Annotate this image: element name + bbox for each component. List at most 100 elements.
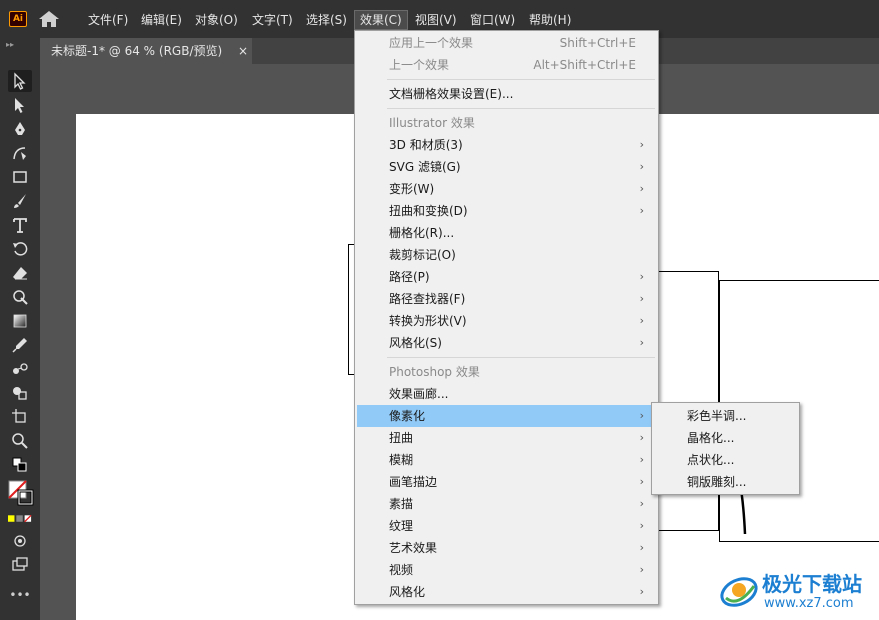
chevron-right-icon: › <box>639 336 644 349</box>
eraser-tool-icon[interactable] <box>8 262 32 284</box>
warp-tool-icon[interactable] <box>8 286 32 308</box>
menu-last-effect: 上一个效果 Alt+Shift+Ctrl+E <box>357 54 656 76</box>
chevron-right-icon: › <box>639 409 644 422</box>
chevron-right-icon: › <box>639 204 644 217</box>
gradient-tool-icon[interactable] <box>8 310 32 332</box>
menu-view[interactable]: 视图(V) <box>410 10 462 30</box>
menu-edit[interactable]: 编辑(E) <box>136 10 187 30</box>
menu-stylize-photoshop[interactable]: 风格化 › <box>357 581 656 603</box>
selection-tool-icon[interactable] <box>8 70 32 92</box>
menu-separator <box>387 79 655 80</box>
illustrator-logo: Ai <box>9 11 27 27</box>
watermark-text: 极光下载站 <box>762 572 862 596</box>
document-tab-title: 未标题-1* @ 64 % (RGB/预览) <box>51 44 223 58</box>
chevron-right-icon: › <box>639 431 644 444</box>
default-fill-stroke-icon[interactable] <box>8 456 32 474</box>
menu-item-label: 扭曲和变换(D) <box>389 204 468 218</box>
menu-effect-gallery[interactable]: 效果画廊... <box>357 383 656 405</box>
menu-header-photoshop: Photoshop 效果 <box>389 365 480 379</box>
chevron-right-icon: › <box>639 563 644 576</box>
menu-type[interactable]: 文字(T) <box>247 10 298 30</box>
menu-svg-filters[interactable]: SVG 滤镜(G) › <box>357 156 656 178</box>
menu-select[interactable]: 选择(S) <box>301 10 352 30</box>
curvature-tool-icon[interactable] <box>8 142 32 164</box>
menu-brush-strokes[interactable]: 画笔描边 › <box>357 471 656 493</box>
menu-separator <box>387 108 655 109</box>
menu-item-label: 3D 和材质(3) <box>389 138 463 152</box>
menu-window[interactable]: 窗口(W) <box>465 10 520 30</box>
submenu-crystallize[interactable]: 晶格化... <box>654 427 797 449</box>
chevron-right-icon: › <box>639 541 644 554</box>
shape-builder-tool-icon[interactable] <box>8 382 32 404</box>
submenu-pointillize[interactable]: 点状化... <box>654 449 797 471</box>
menu-item-label: 画笔描边 <box>389 475 438 489</box>
menu-stylize-illustrator[interactable]: 风格化(S) › <box>357 332 656 354</box>
menu-separator <box>387 357 655 358</box>
chevron-right-icon: › <box>639 182 644 195</box>
home-icon[interactable] <box>38 10 60 28</box>
zoom-tool-icon[interactable] <box>8 430 32 452</box>
menu-item-label: 模糊 <box>389 453 414 467</box>
menu-path[interactable]: 路径(P) › <box>357 266 656 288</box>
menu-document-raster-settings[interactable]: 文档栅格效果设置(E)... <box>357 83 656 105</box>
chevron-right-icon: › <box>639 292 644 305</box>
chevron-right-icon: › <box>639 585 644 598</box>
menu-effect[interactable]: 效果(C) <box>354 10 408 30</box>
more-tools-icon[interactable]: ••• <box>8 584 32 606</box>
menu-file[interactable]: 文件(F) <box>83 10 133 30</box>
menu-item-label: 视频 <box>389 563 414 577</box>
menu-artistic[interactable]: 艺术效果 › <box>357 537 656 559</box>
menu-3d-materials[interactable]: 3D 和材质(3) › <box>357 134 656 156</box>
menu-sketch[interactable]: 素描 › <box>357 493 656 515</box>
menu-rasterize[interactable]: 栅格化(R)... <box>357 222 656 244</box>
menu-video[interactable]: 视频 › <box>357 559 656 581</box>
toolbar-grip-icon[interactable]: ▸▸ <box>6 40 14 49</box>
menu-header-illustrator: Illustrator 效果 <box>389 116 475 130</box>
tools-panel: ▸▸ ••• <box>0 38 40 620</box>
menu-item-label: 素描 <box>389 497 414 511</box>
menu-item-label: SVG 滤镜(G) <box>389 160 461 174</box>
color-mode-icon[interactable] <box>8 512 32 526</box>
document-tab[interactable]: 未标题-1* @ 64 % (RGB/预览) × <box>40 38 252 64</box>
tab-close-icon[interactable]: × <box>238 38 248 64</box>
menu-item-label: 路径(P) <box>389 270 430 284</box>
pixelate-submenu: 彩色半调... 晶格化... 点状化... 铜版雕刻... <box>651 402 800 495</box>
chevron-right-icon: › <box>639 519 644 532</box>
submenu-color-halftone[interactable]: 彩色半调... <box>654 405 797 427</box>
menu-warp[interactable]: 变形(W) › <box>357 178 656 200</box>
menu-distort-transform[interactable]: 扭曲和变换(D) › <box>357 200 656 222</box>
menu-help[interactable]: 帮助(H) <box>524 10 576 30</box>
chevron-right-icon: › <box>639 138 644 151</box>
menu-pathfinder[interactable]: 路径查找器(F) › <box>357 288 656 310</box>
menu-distort[interactable]: 扭曲 › <box>357 427 656 449</box>
menu-texture[interactable]: 纹理 › <box>357 515 656 537</box>
menu-item-label: 纹理 <box>389 519 414 533</box>
chevron-right-icon: › <box>639 160 644 173</box>
pen-tool-icon[interactable] <box>8 118 32 140</box>
blend-tool-icon[interactable] <box>8 358 32 380</box>
menu-blur[interactable]: 模糊 › <box>357 449 656 471</box>
fill-stroke-swatch-icon[interactable] <box>8 478 34 508</box>
chevron-right-icon: › <box>639 497 644 510</box>
menu-pixelate[interactable]: 像素化 › <box>357 405 656 427</box>
screen-mode-icon[interactable] <box>8 554 32 576</box>
menu-item-label: 风格化(S) <box>389 336 442 350</box>
watermark-logo-icon <box>720 577 758 607</box>
type-tool-icon[interactable] <box>8 214 32 236</box>
watermark-url: www.xz7.com <box>764 596 854 611</box>
menu-crop-marks[interactable]: 裁剪标记(O) <box>357 244 656 266</box>
draw-mode-icon[interactable] <box>8 530 32 552</box>
direct-selection-tool-icon[interactable] <box>8 94 32 116</box>
paintbrush-tool-icon[interactable] <box>8 190 32 212</box>
eyedropper-tool-icon[interactable] <box>8 334 32 356</box>
effect-menu-dropdown: 应用上一个效果 Shift+Ctrl+E 上一个效果 Alt+Shift+Ctr… <box>354 30 659 605</box>
submenu-mezzotint[interactable]: 铜版雕刻... <box>654 471 797 493</box>
artboard-tool-icon[interactable] <box>8 406 32 428</box>
menu-item-label: 转换为形状(V) <box>389 314 467 328</box>
menu-convert-to-shape[interactable]: 转换为形状(V) › <box>357 310 656 332</box>
rotate-tool-icon[interactable] <box>8 238 32 260</box>
rectangle-tool-icon[interactable] <box>8 166 32 188</box>
menu-object[interactable]: 对象(O) <box>190 10 243 30</box>
menu-item-label: 效果画廊... <box>389 387 449 401</box>
menu-item-label: 裁剪标记(O) <box>389 248 456 262</box>
